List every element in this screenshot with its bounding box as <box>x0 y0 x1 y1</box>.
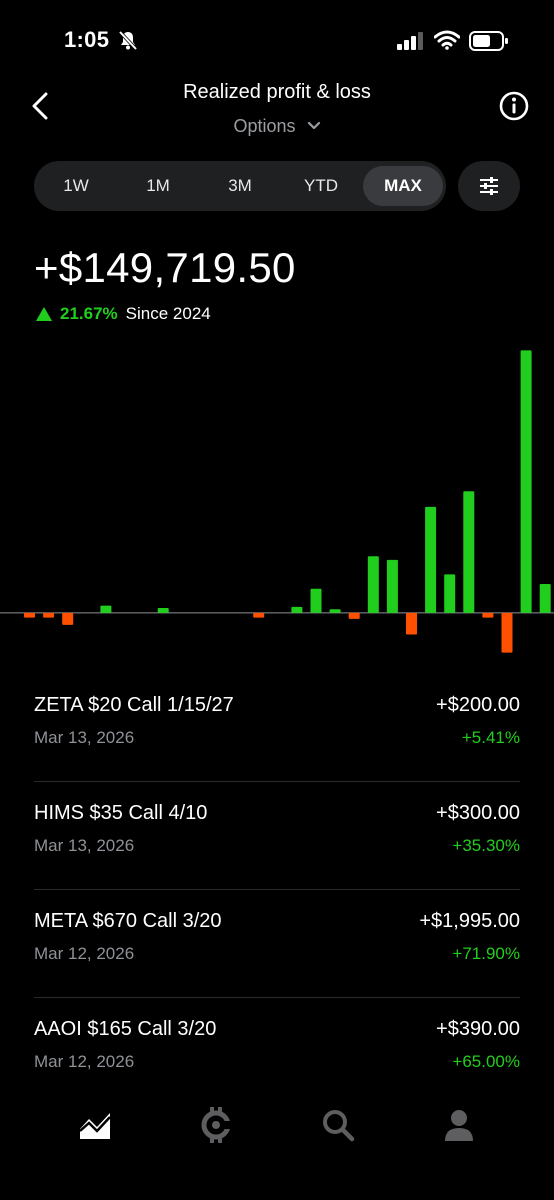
status-bar: 1:05 <box>0 0 554 80</box>
chart-bar-loss <box>406 612 417 635</box>
search-icon <box>323 1110 355 1142</box>
trade-date: Mar 13, 2026 <box>34 728 135 747</box>
chart-bar-gain <box>310 588 322 613</box>
chart-bar-gain <box>367 556 379 613</box>
chart-bar-loss <box>501 612 513 653</box>
trade-percent: +65.00% <box>452 1052 520 1071</box>
trade-percent: +35.30% <box>452 836 520 855</box>
asset-type-dropdown[interactable]: Options <box>0 115 554 137</box>
chart-bar-gain <box>386 559 398 613</box>
nav-crypto[interactable] <box>191 1100 241 1150</box>
tab-ytd[interactable]: YTD <box>281 166 361 206</box>
pnl-bar-chart <box>0 350 554 653</box>
wifi-icon <box>434 30 460 50</box>
change-since: Since 2024 <box>125 304 211 323</box>
trade-date: Mar 13, 2026 <box>34 836 135 855</box>
trade-name: ZETA $20 Call 1/15/27 <box>34 694 234 716</box>
chart-bar-loss <box>253 612 265 618</box>
info-icon[interactable] <box>498 90 530 122</box>
chart-bar-gain <box>520 350 532 613</box>
asset-type-label: Options <box>233 115 296 136</box>
change-row: 21.67% Since 2024 <box>36 304 211 324</box>
chart-bar-gain <box>444 574 456 613</box>
change-percent: 21.67% <box>60 304 118 323</box>
trade-percent: +71.90% <box>452 944 520 963</box>
trade-name: AAOI $165 Call 3/20 <box>34 1018 217 1040</box>
trade-date: Mar 12, 2026 <box>34 944 135 963</box>
nav-account[interactable] <box>434 1100 484 1150</box>
chevron-down-icon <box>307 122 320 130</box>
up-triangle-icon <box>36 307 52 321</box>
status-time: 1:05 <box>64 27 110 52</box>
signal-icon <box>397 32 423 50</box>
chart-icon <box>79 1113 111 1139</box>
chart-bar-loss <box>62 612 74 625</box>
chart-bar-gain <box>425 506 437 613</box>
trade-row[interactable]: ZETA $20 Call 1/15/27 Mar 13, 2026 +$200… <box>34 674 520 782</box>
chart-bar-gain <box>291 606 303 613</box>
trade-amount: +$390.00 <box>436 1018 520 1040</box>
chart-bar-loss <box>43 612 55 618</box>
chart-bar-loss <box>348 612 360 619</box>
sliders-icon <box>480 177 498 195</box>
chart-bar-loss <box>482 612 494 618</box>
tab-max[interactable]: MAX <box>363 166 443 206</box>
page-title: Realized profit & loss <box>183 81 371 103</box>
chart-bar-gain <box>329 609 341 613</box>
trade-row[interactable]: AAOI $165 Call 3/20 Mar 12, 2026 +$390.0… <box>34 998 520 1105</box>
tab-1w[interactable]: 1W <box>36 166 116 206</box>
bell-muted-icon <box>118 30 138 51</box>
tab-3m[interactable]: 3M <box>200 166 280 206</box>
trade-name: HIMS $35 Call 4/10 <box>34 802 208 824</box>
trade-list: ZETA $20 Call 1/15/27 Mar 13, 2026 +$200… <box>34 674 520 1105</box>
tab-1m[interactable]: 1M <box>118 166 198 206</box>
trade-row[interactable]: HIMS $35 Call 4/10 Mar 13, 2026 +$300.00… <box>34 782 520 890</box>
account-icon <box>445 1110 473 1141</box>
bottom-nav <box>0 1090 554 1160</box>
trade-amount: +$200.00 <box>436 694 520 716</box>
chart-bar-gain <box>539 583 551 613</box>
trade-amount: +$1,995.00 <box>419 910 520 932</box>
nav-search[interactable] <box>313 1100 363 1150</box>
battery-icon <box>469 31 508 51</box>
chart-bar-loss <box>24 612 35 618</box>
range-selector: 1W 1M 3M YTD MAX <box>34 161 446 211</box>
chart-bar-gain <box>100 605 112 613</box>
chart-bar-gain <box>463 491 475 613</box>
header: Realized profit & loss Options <box>0 78 554 138</box>
trade-date: Mar 12, 2026 <box>34 1052 135 1071</box>
trade-amount: +$300.00 <box>436 802 520 824</box>
total-realized-value: +$149,719.50 <box>34 244 296 291</box>
trade-percent: +5.41% <box>461 728 520 747</box>
nav-investing[interactable] <box>70 1100 120 1150</box>
trade-name: META $670 Call 3/20 <box>34 910 222 932</box>
chart-bar-gain <box>157 608 169 613</box>
trade-row[interactable]: META $670 Call 3/20 Mar 12, 2026 +$1,995… <box>34 890 520 998</box>
filter-button[interactable] <box>458 161 520 211</box>
crypto-icon <box>201 1107 231 1143</box>
